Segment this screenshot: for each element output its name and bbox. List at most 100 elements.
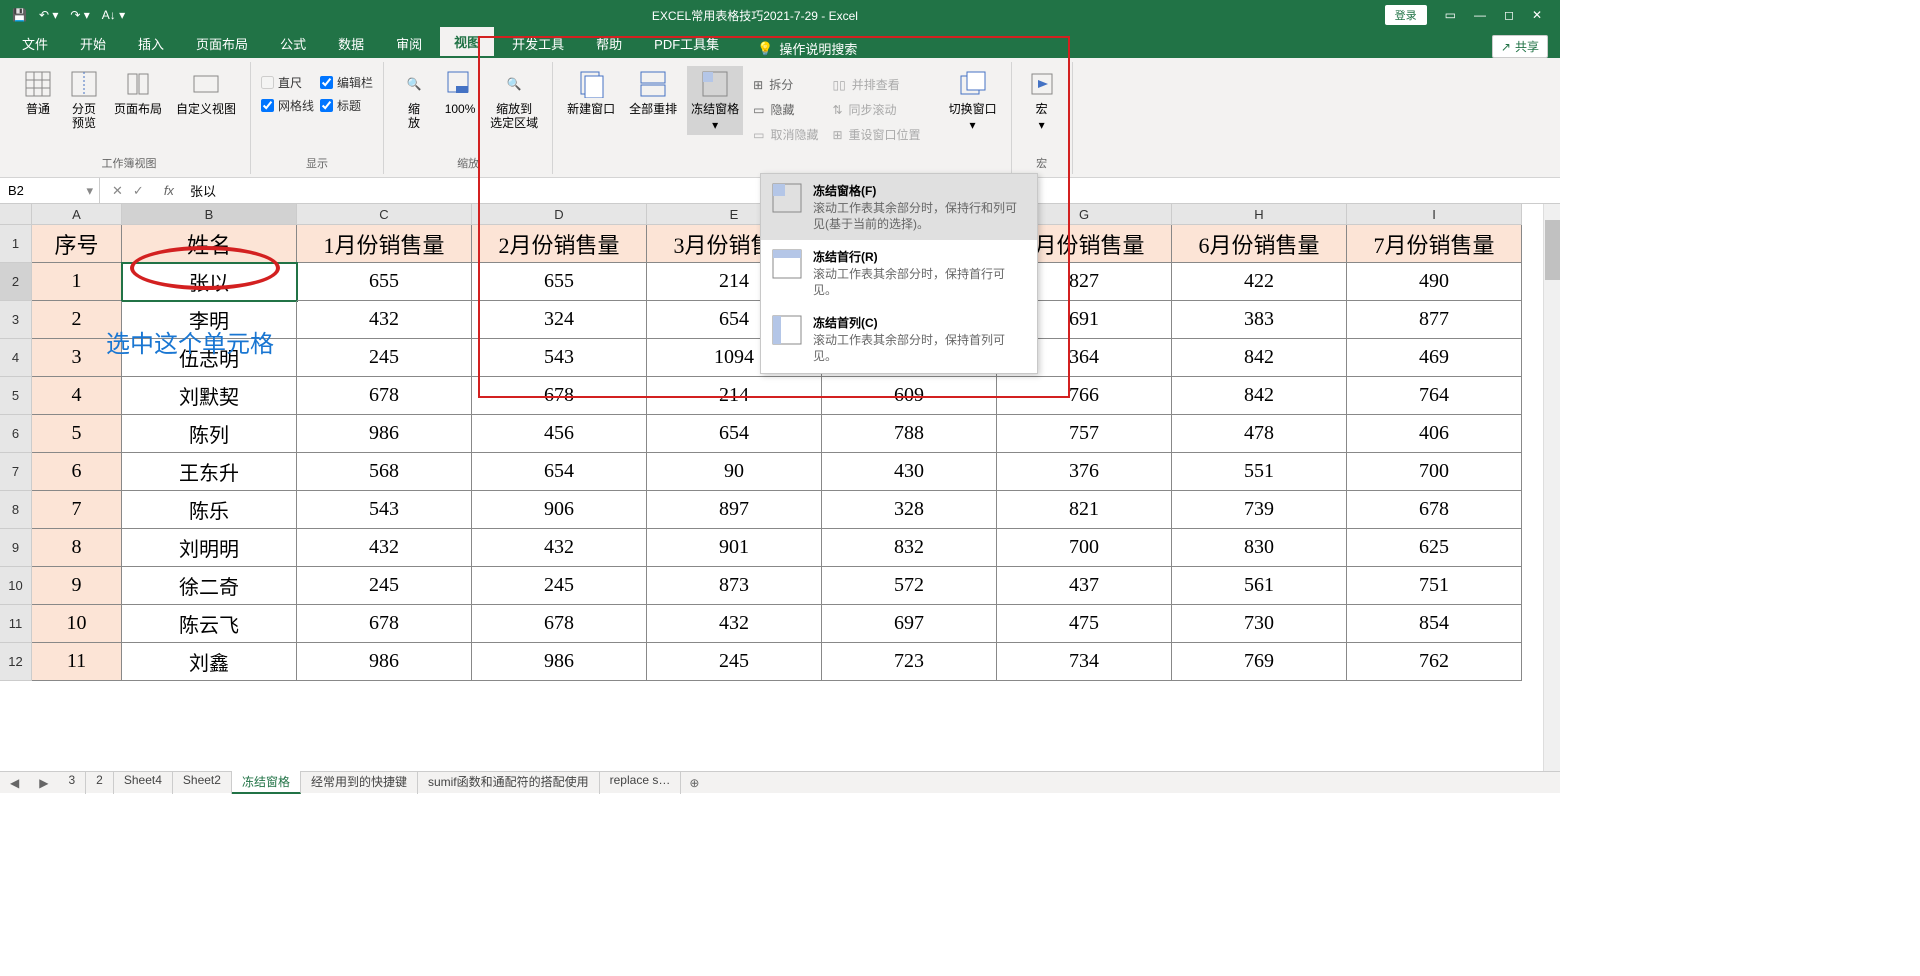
column-header[interactable]: A <box>32 204 122 225</box>
add-sheet-button[interactable]: ⊕ <box>681 776 707 790</box>
tab-data[interactable]: 数据 <box>324 29 378 58</box>
cell[interactable]: 655 <box>297 263 472 301</box>
sheet-tab[interactable]: Sheet2 <box>173 771 232 794</box>
row-header[interactable]: 3 <box>0 301 32 339</box>
freeze-panes-item[interactable]: 冻结窗格(F)滚动工作表其余部分时，保持行和列可见(基于当前的选择)。 <box>761 174 1037 240</box>
cell[interactable]: 986 <box>472 643 647 681</box>
cell[interactable]: 324 <box>472 301 647 339</box>
tab-help[interactable]: 帮助 <box>582 29 636 58</box>
cell[interactable]: 456 <box>472 415 647 453</box>
cell[interactable]: 7 <box>32 491 122 529</box>
cell[interactable]: 432 <box>647 605 822 643</box>
cell[interactable]: 700 <box>1347 453 1522 491</box>
cell[interactable]: 9 <box>32 567 122 605</box>
pagebreak-view-button[interactable]: 分页 预览 <box>64 66 104 133</box>
zoom-100-button[interactable]: 100% <box>440 66 480 118</box>
cell[interactable]: 430 <box>822 453 997 491</box>
formulabar-checkbox[interactable]: 编辑栏 <box>320 74 373 91</box>
cell[interactable]: 723 <box>822 643 997 681</box>
sheet-nav-next[interactable]: ▶ <box>29 776 58 790</box>
cell[interactable]: 376 <box>997 453 1172 491</box>
cell[interactable]: 432 <box>297 529 472 567</box>
row-header[interactable]: 2 <box>0 263 32 301</box>
hide-button[interactable]: ▭隐藏 <box>749 99 822 120</box>
cell[interactable]: 刘默契 <box>122 377 297 415</box>
cell[interactable]: 986 <box>297 643 472 681</box>
freeze-first-col-item[interactable]: 冻结首列(C)滚动工作表其余部分时，保持首列可见。 <box>761 306 1037 372</box>
minimize-icon[interactable]: — <box>1474 8 1486 22</box>
macros-button[interactable]: 宏▾ <box>1022 66 1062 135</box>
cell[interactable]: 751 <box>1347 567 1522 605</box>
save-icon[interactable]: 💾 <box>12 8 27 22</box>
row-header[interactable]: 9 <box>0 529 32 567</box>
cell[interactable]: 551 <box>1172 453 1347 491</box>
cell[interactable]: 678 <box>297 377 472 415</box>
normal-view-button[interactable]: 普通 <box>18 66 58 118</box>
header-cell[interactable]: 序号 <box>32 225 122 263</box>
cell[interactable]: 1 <box>32 263 122 301</box>
cell[interactable]: 4 <box>32 377 122 415</box>
cell[interactable]: 徐二奇 <box>122 567 297 605</box>
cell[interactable]: 830 <box>1172 529 1347 567</box>
sheet-tab[interactable]: 2 <box>86 771 114 794</box>
cell[interactable]: 986 <box>297 415 472 453</box>
cell[interactable]: 734 <box>997 643 1172 681</box>
cell[interactable]: 543 <box>297 491 472 529</box>
cell[interactable]: 6 <box>32 453 122 491</box>
row-header[interactable]: 8 <box>0 491 32 529</box>
freeze-top-row-item[interactable]: 冻结首行(R)滚动工作表其余部分时，保持首行可见。 <box>761 240 1037 306</box>
cell[interactable]: 901 <box>647 529 822 567</box>
cell[interactable]: 王东升 <box>122 453 297 491</box>
cell[interactable]: 625 <box>1347 529 1522 567</box>
login-button[interactable]: 登录 <box>1385 5 1427 25</box>
cell[interactable]: 5 <box>32 415 122 453</box>
vertical-scrollbar[interactable] <box>1543 204 1560 771</box>
tell-me-search[interactable]: 💡 操作说明搜索 <box>757 39 857 58</box>
freeze-panes-button[interactable]: 冻结窗格▾ <box>687 66 743 135</box>
sheet-nav-prev[interactable]: ◀ <box>0 776 29 790</box>
cell[interactable]: 757 <box>997 415 1172 453</box>
cell[interactable]: 陈云飞 <box>122 605 297 643</box>
new-window-button[interactable]: 新建窗口 <box>563 66 619 118</box>
arrange-all-button[interactable]: 全部重排 <box>625 66 681 118</box>
header-cell[interactable]: 7月份销售量 <box>1347 225 1522 263</box>
share-button[interactable]: ↗ 共享 <box>1492 35 1548 58</box>
cell[interactable]: 328 <box>822 491 997 529</box>
row-header[interactable]: 10 <box>0 567 32 605</box>
cell[interactable]: 766 <box>997 377 1172 415</box>
cell[interactable]: 432 <box>472 529 647 567</box>
cell[interactable]: 769 <box>1172 643 1347 681</box>
cell[interactable]: 刘鑫 <box>122 643 297 681</box>
cell[interactable]: 654 <box>472 453 647 491</box>
sheet-tab[interactable]: 3 <box>58 771 86 794</box>
cell[interactable]: 655 <box>472 263 647 301</box>
cell[interactable]: 422 <box>1172 263 1347 301</box>
gridlines-checkbox[interactable]: 网格线 <box>261 97 314 114</box>
cell[interactable]: 700 <box>997 529 1172 567</box>
column-header[interactable]: C <box>297 204 472 225</box>
row-header[interactable]: 1 <box>0 225 32 263</box>
row-header[interactable]: 5 <box>0 377 32 415</box>
zoom-selection-button[interactable]: 🔍缩放到 选定区域 <box>486 66 542 133</box>
cell[interactable]: 764 <box>1347 377 1522 415</box>
cell[interactable]: 214 <box>647 377 822 415</box>
cell[interactable]: 654 <box>647 415 822 453</box>
cell[interactable]: 821 <box>997 491 1172 529</box>
row-header[interactable]: 4 <box>0 339 32 377</box>
cell[interactable]: 877 <box>1347 301 1522 339</box>
pagelayout-view-button[interactable]: 页面布局 <box>110 66 166 118</box>
confirm-icon[interactable]: ✓ <box>133 183 144 199</box>
switch-window-button[interactable]: 切换窗口▾ <box>945 66 1001 135</box>
header-cell[interactable]: 姓名 <box>122 225 297 263</box>
cell[interactable]: 897 <box>647 491 822 529</box>
cell[interactable]: 刘明明 <box>122 529 297 567</box>
tab-insert[interactable]: 插入 <box>124 29 178 58</box>
cell[interactable]: 678 <box>297 605 472 643</box>
cell[interactable]: 10 <box>32 605 122 643</box>
chevron-down-icon[interactable]: ▾ <box>86 183 93 199</box>
cell[interactable]: 697 <box>822 605 997 643</box>
custom-view-button[interactable]: 自定义视图 <box>172 66 240 118</box>
tab-dev[interactable]: 开发工具 <box>498 29 578 58</box>
header-cell[interactable]: 1月份销售量 <box>297 225 472 263</box>
tab-home[interactable]: 开始 <box>66 29 120 58</box>
